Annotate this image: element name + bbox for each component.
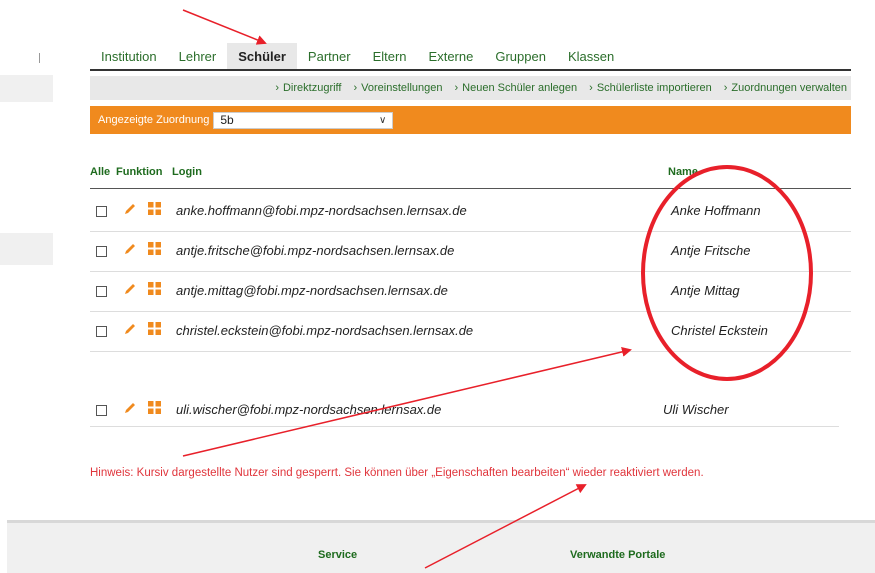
annotation-arrow-hint [424, 484, 587, 569]
annotation-arrow-table [182, 346, 632, 457]
annotation-ellipse-names [641, 165, 813, 381]
annotation-overlay [182, 9, 813, 569]
annotation-arrow-tab [182, 9, 267, 45]
